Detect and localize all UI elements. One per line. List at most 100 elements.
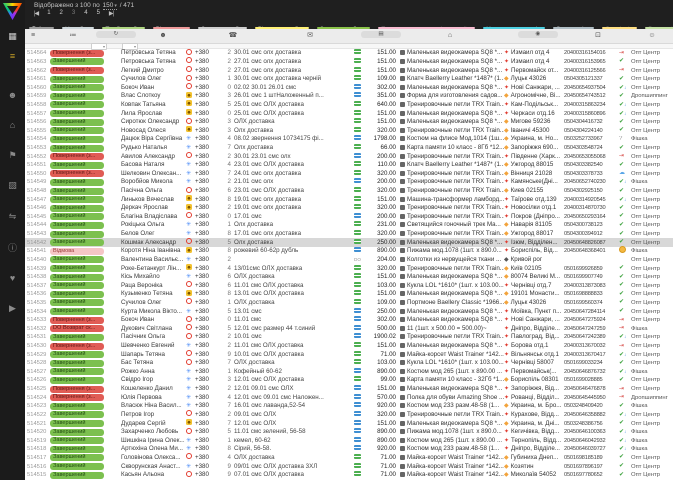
first-page-button[interactable]: |◀ xyxy=(34,10,39,17)
table-row[interactable]: 514559 Завершений Влас Слоткоу +380 3 26.01 с… xyxy=(25,91,673,101)
product-thumb-icon xyxy=(400,454,405,460)
settings-sliders-icon[interactable]: ⇋ xyxy=(0,211,25,221)
order-amount: 1798.00 xyxy=(373,135,396,143)
table-row[interactable]: 514545 Завершений Благіна Владіслава +380 0 1… xyxy=(25,212,673,222)
table-row[interactable]: 514541 Відмова Коротя Ніна Іванівна +380 8 ро… xyxy=(25,246,673,256)
table-row[interactable]: 514556 Завершений Сиротюк Олександр +380 3 ОЛ… xyxy=(25,117,673,127)
table-row[interactable]: 514551 Завершений Басова Наталя ✳ +380 4 23.01… xyxy=(25,161,673,170)
last-page-button[interactable]: ▶| xyxy=(109,10,114,17)
phone-number: +380 xyxy=(195,350,209,358)
tab-Новий[interactable]: Новий48 xyxy=(58,17,98,29)
table-row[interactable]: 514540 Завершений Валентина Васильє... ✳ +38… xyxy=(25,256,673,265)
video-tutorials-icon[interactable]: ▶ xyxy=(0,303,25,313)
table-row[interactable]: 514560 Завершений Бокоч Иван +380 0 02.02 30.… xyxy=(25,83,673,92)
tab-Завершений[interactable]: Завершений278 xyxy=(313,17,374,29)
courier-orange-icon: ◆ xyxy=(504,420,509,427)
tab-Сервісні[interactable]: Сервісні0 xyxy=(598,17,641,29)
orders-list-icon[interactable]: ≡ xyxy=(0,51,25,61)
table-row[interactable]: 514525 Повернення (з... Кошеленко Данил ✳ +3… xyxy=(25,385,673,394)
table-row[interactable]: 514543 Завершений Белов Олег ✳ +380 8 17.01 см… xyxy=(25,230,673,239)
table-row[interactable]: 514528 Завершений Бас Тетяна +380 7 ОЛХ доста… xyxy=(25,358,673,368)
table-row[interactable]: 514558 Завершений Ковпак Татьяна +380 5 25.01… xyxy=(25,100,673,110)
dashboard-grid-icon[interactable]: ▦ xyxy=(0,31,25,41)
tab-Запакований[interactable]: Запакований1 xyxy=(194,17,251,29)
tab-Нема в наявності[interactable]: Нема в наявності1 xyxy=(479,17,549,29)
delivery-cell: ✦ Таїрове отд.139 xyxy=(504,196,564,204)
table-row[interactable]: 514555 Завершений Новосад Олеся +380 3 Олх до… xyxy=(25,126,673,135)
table-row[interactable]: 514549 Завершений Воробйов Микола ✳ +380 2 21.… xyxy=(25,178,673,187)
table-row[interactable]: 514518 Завершений Артюхіна Олена Ми... ✳ +38… xyxy=(25,445,673,454)
table-row[interactable]: 514564 Повернення (з... Петровська Тетяна +… xyxy=(25,49,673,58)
table-row[interactable]: 514562 Повернення (з... Легкий Дмитро +380 2… xyxy=(25,66,673,75)
table-row[interactable]: 514526 Завершений Свідро Ігор ✳ +380 3 12.01 с… xyxy=(25,376,673,385)
table-row[interactable]: 514521 Завершений Дударев Сергій +380 7 12.01… xyxy=(25,419,673,428)
page-3[interactable]: 3 xyxy=(72,10,75,17)
table-row[interactable]: 514548 Завершений Пасічна Ольга +380 6 23.01 … xyxy=(25,186,673,196)
table-row[interactable]: 514533 Повернення (з... Бокоч Иван +380 0 11.… xyxy=(25,315,673,325)
table-row[interactable]: 514519 Завершений Шишкіна Ірина Олек... ✳ +3… xyxy=(25,436,673,445)
table-row[interactable]: 514546 Завершений Деркач Ярослав +380 2 19.01… xyxy=(25,203,673,213)
table-row[interactable]: 514542 Завершений Кошмак Александр +380 5 Олх… xyxy=(25,238,673,248)
table-row[interactable]: 514554 Завершений Дацюк Віра Сергіївна ✳ +38… xyxy=(25,135,673,144)
table-row[interactable]: 514517 Завершений Головінова Олекса... +380… xyxy=(25,453,673,463)
refresh-column-icon[interactable]: ↻ xyxy=(96,31,136,38)
campaigns-flag-icon[interactable]: ⚑ xyxy=(0,150,25,160)
table-row[interactable]: 514563 Завершений Петровська Тетяна +380 2 27… xyxy=(25,57,673,67)
table-row[interactable]: 514553 Завершений Рудько Наталья ✳ +380 7 Олх … xyxy=(25,144,673,153)
table-row[interactable]: 514534 Завершений Курта Микола Вікто... ✳ +3… xyxy=(25,307,673,316)
table-row[interactable]: 514523 Завершений Власюк Ніна Васил... ✳ +38… xyxy=(25,402,673,411)
page-2[interactable]: 2 xyxy=(60,10,63,17)
page-4[interactable]: 4 xyxy=(84,10,87,17)
table-row[interactable]: 514538 Завершений Кісь Михайло ✳ +380 6 ОЛХ до… xyxy=(25,273,673,282)
product-column-icon[interactable]: ⌂ xyxy=(442,31,458,41)
table-row[interactable]: 514527 Завершений Рожко Анна ✳ +380 1 Кофейный… xyxy=(25,367,673,377)
table-row[interactable]: 514552 Повернення (з... Авилов Александр +3… xyxy=(25,152,673,161)
phone-column-icon[interactable]: ☎ xyxy=(225,31,241,41)
status-column-icon[interactable]: ≡ xyxy=(25,31,41,41)
source-column-icon[interactable]: ≔ xyxy=(65,31,81,41)
table-row[interactable]: 514531 Завершений Пасічник Ольга +380 2 10.01… xyxy=(25,332,673,342)
page-size-dropdown[interactable]: 150▾ xyxy=(102,2,117,10)
table-row[interactable]: 514550 Повернення (з... Шелковин Олексан..… xyxy=(25,169,673,179)
tab-В дорозі додому[interactable]: В дорозі додому0 xyxy=(641,17,673,29)
delivery-column-icon[interactable]: ◉ xyxy=(518,31,558,38)
table-row[interactable]: 514561 Завершений Сучилов Олег +380 1 30.01 с… xyxy=(25,74,673,84)
clients-icon[interactable]: ☻ xyxy=(0,90,25,100)
tab-Самовивіз[interactable]: Самовивіз2 xyxy=(549,17,598,29)
ttn-scan-column-icon[interactable]: ⊡ xyxy=(590,31,606,41)
support-heart-icon[interactable]: ♥ xyxy=(0,273,25,283)
tab-Всі[interactable]: Всі471 xyxy=(25,17,58,29)
table-row[interactable]: 514515 Завершений Касьян Альона +380 9 07.01 … xyxy=(25,470,673,480)
table-row[interactable]: 514532 DO Возврат ск... Дукович Світлана +3… xyxy=(25,324,673,334)
clients-column-icon[interactable]: ☻ xyxy=(155,31,171,41)
table-row[interactable]: 514539 Завершений Роке-Бетанкурт Лін... +38… xyxy=(25,264,673,273)
tab-Відмова[interactable]: Відмова42 xyxy=(149,17,194,29)
table-row[interactable]: 514536 Завершений Кузьменко Тетяна +380 8 13.… xyxy=(25,289,673,299)
table-row[interactable]: 514535 Завершений Сучилов Олег +380 1 ОЛХ дос… xyxy=(25,298,673,308)
table-row[interactable]: 514547 Завершений Линьков Вячеслав +380 8 19.… xyxy=(25,195,673,204)
tab-Відправлений[interactable]: Відправлений12 xyxy=(251,17,313,29)
tab-Повернення товару (в дорозі)[interactable]: Повернення товару (в дорозі)0 xyxy=(374,17,479,29)
table-row[interactable]: 514537 Завершений Раца Вероніка +380 6 11.01 … xyxy=(25,281,673,290)
table-row[interactable]: 514544 Завершений Рокіцька Ольга ✳ +380 1 Олх … xyxy=(25,221,673,230)
info-icon[interactable]: ⓘ xyxy=(0,243,25,253)
table-row[interactable]: 514516 Завершений Скворунская Анаст... ✳ +38… xyxy=(25,462,673,471)
app-logo[interactable] xyxy=(3,3,22,20)
tab-Прийнятий[interactable]: Прийнятий7 xyxy=(98,17,149,29)
manager-column-icon[interactable]: ☺ xyxy=(644,31,660,41)
shop-icon[interactable]: ⌂ xyxy=(0,120,25,130)
comment-text: 09/01 смс ОЛХ доставка 3ХЛ xyxy=(234,462,318,470)
delivery-city: Камянське(Дні... xyxy=(511,178,558,186)
table-row[interactable]: 514529 Завершений Шапарь Тетяна +380 9 10.01 … xyxy=(25,350,673,359)
comment-column-icon[interactable]: ✉ xyxy=(302,31,318,41)
table-row[interactable]: 514530 Повернення (з... Шевченко Евгений ✳ +… xyxy=(25,342,673,351)
order-amount: 71.00 xyxy=(380,350,396,358)
table-row[interactable]: 514557 Завершений Лила Ярослав +380 0 25.01 с… xyxy=(25,109,673,118)
table-row[interactable]: 514524 Повернення (з... Юлія Первова ✳ +380 4… xyxy=(25,393,673,402)
table-row[interactable]: 514520 Завершений Захарченко Любовь +380 5 11… xyxy=(25,427,673,437)
page-5[interactable]: 5 xyxy=(97,10,100,17)
page-1[interactable]: 1 xyxy=(47,10,50,17)
payment-column-icon[interactable]: ▤ xyxy=(361,31,401,38)
stats-chart-icon[interactable]: ▨ xyxy=(0,180,25,190)
table-row[interactable]: 514522 Завершений Петров Ігор +380 2 09.01 см… xyxy=(25,410,673,420)
